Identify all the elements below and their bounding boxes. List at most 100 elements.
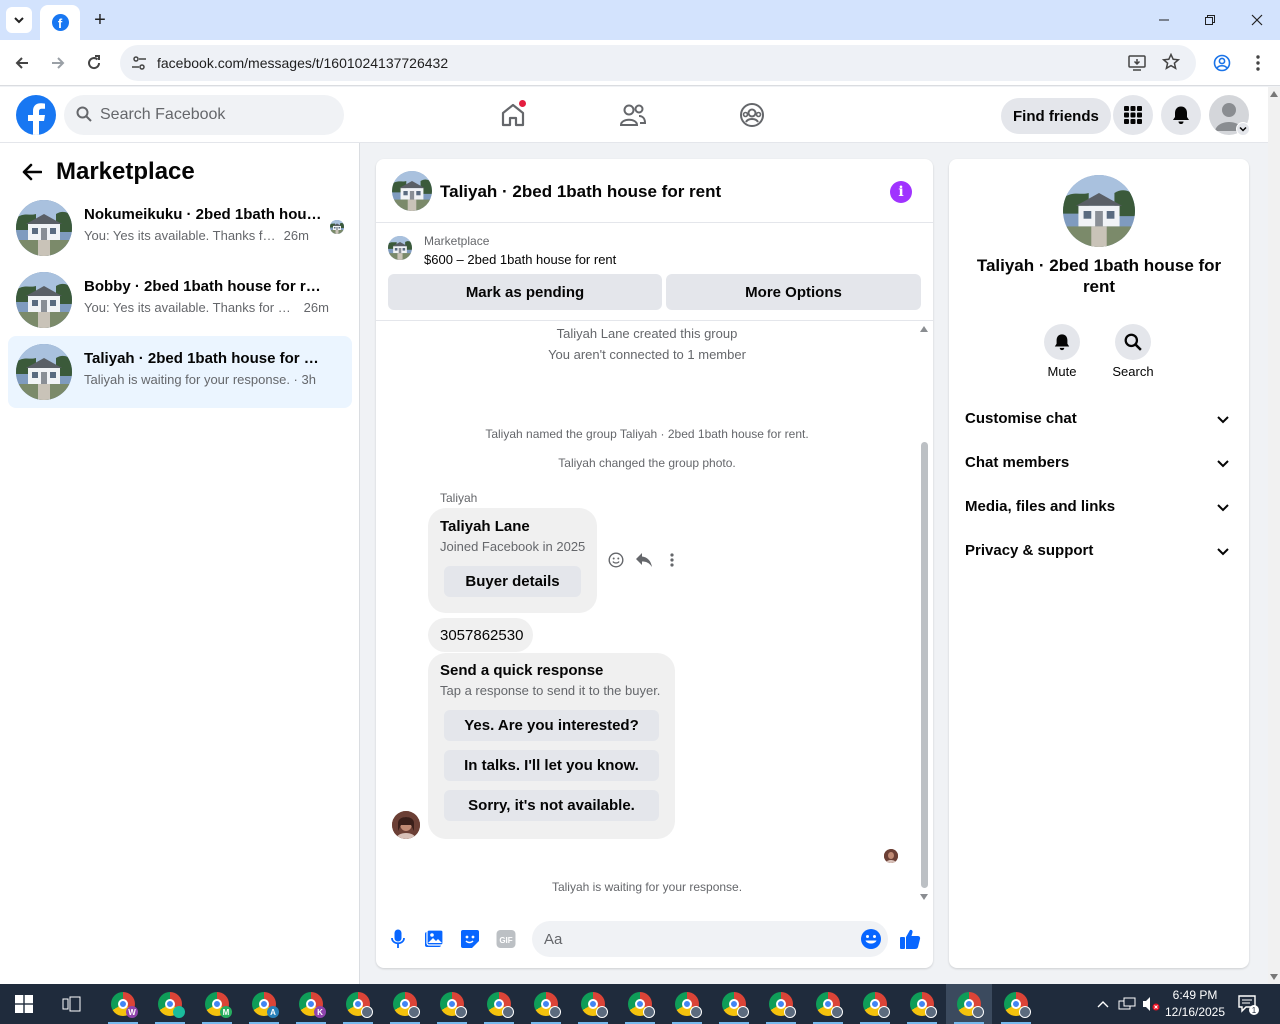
mark-as-pending-button[interactable]: Mark as pending — [388, 274, 662, 310]
sender-avatar[interactable] — [392, 811, 420, 839]
chrome-taskbar-button[interactable]: W — [100, 984, 146, 1024]
conversation-item[interactable]: Nokumeikuku · 2bed 1bath house for rent … — [8, 192, 352, 264]
search-label: Search — [1112, 364, 1154, 379]
chrome-taskbar-button[interactable] — [946, 984, 992, 1024]
facebook-logo[interactable] — [16, 95, 56, 135]
nav-groups[interactable] — [734, 97, 770, 133]
quick-response-option[interactable]: Sorry, it's not available. — [444, 790, 659, 821]
install-app-icon[interactable] — [1128, 54, 1146, 77]
chrome-taskbar-button[interactable] — [758, 984, 804, 1024]
action-center-button[interactable]: 1 — [1236, 992, 1260, 1016]
microphone-icon[interactable] — [386, 927, 410, 951]
minimize-button[interactable] — [1141, 0, 1187, 40]
chrome-taskbar-button[interactable] — [429, 984, 475, 1024]
tab-search-dropdown[interactable] — [6, 7, 32, 33]
group-photo[interactable] — [1063, 175, 1135, 247]
system-message: Taliyah Lane created this group — [556, 326, 738, 341]
nav-friends[interactable] — [615, 97, 651, 133]
page-scrollbar[interactable] — [1268, 87, 1280, 984]
react-emoji-icon[interactable] — [606, 550, 626, 570]
browser-profile-button[interactable] — [1208, 49, 1236, 77]
profile-badge-icon: W — [126, 1006, 138, 1018]
conversation-item[interactable]: Bobby · 2bed 1bath house for rent You: Y… — [8, 264, 352, 336]
profile-badge-icon — [596, 1006, 608, 1018]
emoji-icon[interactable] — [860, 928, 882, 950]
address-bar[interactable]: facebook.com/messages/t/1601024137726432 — [120, 45, 1196, 81]
notification-icon: 1 — [1238, 995, 1259, 1015]
listing-thumbnail — [16, 344, 72, 400]
browser-tab-facebook[interactable]: f — [40, 5, 80, 40]
volume-muted-icon[interactable] — [1140, 984, 1162, 1024]
chrome-taskbar-button[interactable] — [711, 984, 757, 1024]
close-window-button[interactable] — [1234, 0, 1280, 40]
task-view-button[interactable] — [48, 984, 96, 1024]
chat-scrollbar-thumb[interactable] — [921, 442, 928, 888]
forward-button[interactable] — [44, 49, 72, 77]
more-actions-icon[interactable] — [662, 550, 682, 570]
facebook-search[interactable] — [64, 95, 344, 135]
listing-price-title[interactable]: $600 – 2bed 1bath house for rent — [424, 252, 616, 267]
menu-button[interactable] — [1113, 95, 1153, 135]
like-icon[interactable] — [898, 927, 922, 951]
quick-response-option[interactable]: In talks. I'll let you know. — [444, 750, 659, 781]
sticker-icon[interactable] — [458, 927, 482, 951]
nav-home[interactable] — [495, 97, 531, 133]
more-options-button[interactable]: More Options — [666, 274, 921, 310]
chrome-taskbar-button[interactable] — [335, 984, 381, 1024]
chrome-taskbar-button[interactable]: K — [288, 984, 334, 1024]
chrome-taskbar-button[interactable] — [993, 984, 1039, 1024]
listing-thumbnail[interactable] — [388, 236, 412, 260]
new-tab-button[interactable]: + — [88, 8, 112, 32]
chrome-taskbar-button[interactable] — [476, 984, 522, 1024]
chat-info-icon[interactable]: i — [890, 181, 912, 203]
chat-thumbnail[interactable] — [392, 171, 432, 211]
chrome-taskbar-button[interactable] — [617, 984, 663, 1024]
chat-title[interactable]: Taliyah · 2bed 1bath house for rent — [440, 182, 721, 202]
back-button[interactable] — [8, 49, 36, 77]
chrome-taskbar-button[interactable] — [852, 984, 898, 1024]
chrome-taskbar-button[interactable] — [899, 984, 945, 1024]
account-chevron-icon[interactable] — [1236, 122, 1250, 136]
find-friends-button[interactable]: Find friends — [1001, 98, 1111, 134]
chrome-taskbar-button[interactable] — [523, 984, 569, 1024]
chrome-taskbar-button[interactable] — [570, 984, 616, 1024]
sender-name: Taliyah — [440, 491, 478, 505]
chrome-taskbar-button[interactable] — [805, 984, 851, 1024]
message-input[interactable] — [544, 921, 844, 957]
system-clock[interactable]: 6:49 PM 12/16/2025 — [1160, 987, 1230, 1021]
chat-members-section[interactable]: Chat members — [957, 442, 1241, 486]
bookmark-star-icon[interactable] — [1161, 52, 1181, 76]
chrome-taskbar-button[interactable] — [664, 984, 710, 1024]
profile-badge-icon — [455, 1006, 467, 1018]
message-list[interactable]: Taliyah Lane created this group You aren… — [376, 322, 933, 902]
gif-icon[interactable]: GIF — [494, 927, 518, 951]
site-info-icon[interactable] — [128, 52, 150, 74]
facebook-search-input[interactable] — [100, 95, 330, 135]
arrow-left-icon — [22, 163, 42, 181]
phone-number-message[interactable]: 3057862530 — [428, 618, 533, 652]
chrome-taskbar-button[interactable] — [147, 984, 193, 1024]
customise-chat-section[interactable]: Customise chat — [957, 398, 1241, 442]
start-button[interactable] — [0, 984, 48, 1024]
quick-response-option[interactable]: Yes. Are you interested? — [444, 710, 659, 741]
chrome-taskbar-button[interactable] — [382, 984, 428, 1024]
notifications-button[interactable] — [1161, 95, 1201, 135]
browser-menu-button[interactable] — [1244, 49, 1272, 77]
search-action[interactable]: Search — [1103, 324, 1163, 379]
back-to-chats-button[interactable] — [16, 156, 48, 188]
chrome-taskbar-button[interactable]: A — [241, 984, 287, 1024]
photo-icon[interactable] — [422, 927, 446, 951]
tray-chevron-icon[interactable] — [1094, 984, 1112, 1024]
privacy-support-section[interactable]: Privacy & support — [957, 530, 1241, 574]
network-icon[interactable] — [1116, 984, 1138, 1024]
mute-action[interactable]: Mute — [1032, 324, 1092, 379]
buyer-details-button[interactable]: Buyer details — [444, 566, 581, 597]
conversation-item-active[interactable]: Taliyah · 2bed 1bath house for rent Tali… — [8, 336, 352, 408]
reply-icon[interactable] — [634, 550, 654, 570]
restore-button[interactable] — [1187, 0, 1233, 40]
chat-scrollbar[interactable] — [918, 322, 930, 902]
reload-button[interactable] — [80, 49, 108, 77]
chrome-taskbar-button[interactable]: M — [194, 984, 240, 1024]
conversation-time: 3h — [301, 372, 316, 387]
media-files-links-section[interactable]: Media, files and links — [957, 486, 1241, 530]
